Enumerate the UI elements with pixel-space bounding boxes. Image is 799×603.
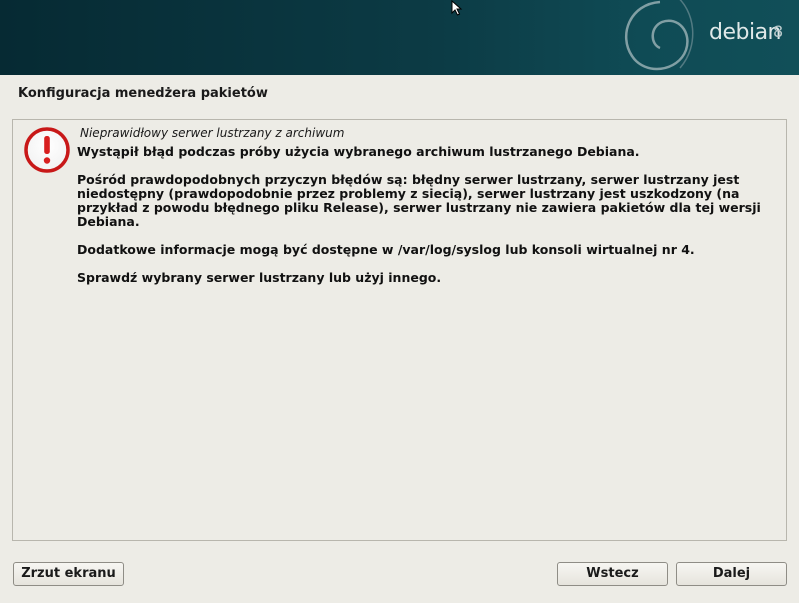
back-button[interactable]: Wstecz bbox=[557, 562, 668, 586]
page-title: Konfiguracja menedżera pakietów bbox=[18, 86, 268, 101]
next-button[interactable]: Dalej bbox=[676, 562, 787, 586]
message-paragraph: Dodatkowe informacje mogą być dostępne w… bbox=[77, 242, 695, 257]
message-paragraph: Wystąpił błąd podczas próby użycia wybra… bbox=[77, 144, 640, 159]
message-paragraph: Pośród prawdopodobnych przyczyn błędów s… bbox=[77, 172, 761, 229]
dialog-title: Nieprawidłowy serwer lustrzany z archiwu… bbox=[80, 126, 345, 140]
dialog-message: Wystąpił błąd podczas próby użycia wybra… bbox=[77, 145, 777, 299]
debian-version: 8 bbox=[773, 22, 784, 41]
message-paragraph: Sprawdź wybrany serwer lustrzany lub uży… bbox=[77, 270, 442, 285]
header-banner: debian 8 bbox=[0, 0, 799, 75]
screenshot-button[interactable]: Zrzut ekranu bbox=[13, 562, 124, 586]
debian-logo-text: debian bbox=[709, 20, 782, 45]
error-icon bbox=[24, 127, 70, 173]
error-dialog: Nieprawidłowy serwer lustrzany z archiwu… bbox=[12, 119, 787, 541]
debian-swirl-icon bbox=[624, 0, 694, 71]
mouse-cursor-icon bbox=[451, 0, 463, 16]
